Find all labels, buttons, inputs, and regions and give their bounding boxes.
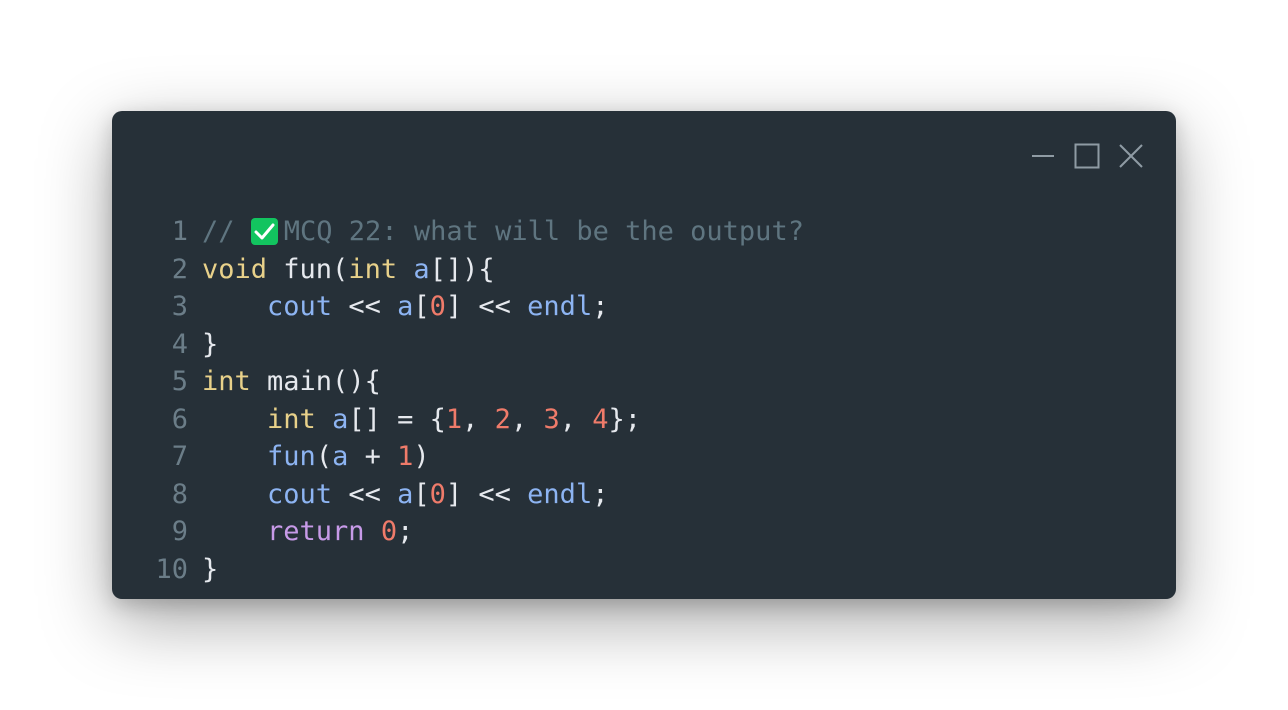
- code-token-num: 0: [380, 516, 398, 547]
- code-token-punc: <<: [332, 478, 398, 510]
- code-token-punc: ,: [510, 403, 544, 435]
- code-token-var: a: [332, 403, 349, 435]
- code-line: 4}: [152, 326, 804, 364]
- line-number: 6: [171, 403, 188, 435]
- code-token-punc: +: [348, 441, 398, 472]
- code-token-punc: }: [202, 553, 219, 585]
- code-token-punc: ;: [592, 478, 609, 510]
- line-number: 8: [171, 478, 188, 510]
- code-token-var: cout: [267, 478, 333, 510]
- code-token-punc: ] <<: [445, 478, 528, 510]
- code-token-punc: }: [202, 328, 219, 360]
- code-token-kw: return: [267, 516, 365, 547]
- code-token-punc: [202, 513, 267, 551]
- code-token-num: 4: [592, 403, 609, 435]
- code-token-num: 0: [429, 478, 446, 510]
- minimize-icon: [1030, 143, 1056, 169]
- line-number: 4: [171, 328, 188, 360]
- code-token-punc: [: [413, 291, 430, 322]
- code-line: 9 return 0;: [152, 513, 804, 551]
- code-token-punc: fun(: [267, 253, 349, 285]
- code-token-num: 3: [543, 403, 560, 435]
- code-token-var: endl: [527, 291, 593, 322]
- code-token-punc: [202, 438, 267, 476]
- code-line: 1 // MCQ 22: what will be the output?: [152, 213, 804, 251]
- check-icon: [250, 218, 278, 246]
- code-token-var: a: [413, 253, 430, 285]
- close-button[interactable]: [1116, 141, 1146, 171]
- code-token-comment: MCQ 22: what will be the output?: [283, 216, 804, 247]
- code-token-num: 1: [445, 403, 463, 435]
- code-token-num: 0: [429, 291, 446, 322]
- code-token-punc: };: [608, 403, 642, 435]
- code-token-punc: [316, 401, 332, 439]
- code-token-punc: ;: [592, 291, 609, 322]
- code-token-var: a: [332, 441, 349, 472]
- code-token-punc: [202, 401, 267, 439]
- code-line: 6 int a[] = {1, 2, 3, 4};: [152, 401, 804, 439]
- maximize-icon: [1074, 143, 1100, 169]
- code-token-type: void: [202, 253, 268, 285]
- code-token-num: 1: [397, 441, 414, 472]
- code-line: 2 void fun(int a[]){: [152, 251, 804, 289]
- code-token-type: int: [202, 366, 251, 397]
- line-number: 2: [171, 253, 188, 285]
- code-token-punc: ;: [397, 516, 414, 547]
- code-token-punc: [365, 513, 381, 551]
- code-token-var: cout: [267, 291, 333, 322]
- line-number: 3: [171, 291, 188, 322]
- code-token-type: int: [348, 253, 398, 285]
- line-number: 10: [155, 553, 188, 585]
- code-token-var: a: [397, 478, 414, 510]
- code-token-punc: ] <<: [445, 291, 528, 322]
- code-token-var: fun: [267, 441, 316, 472]
- stage: 1 // MCQ 22: what will be the output? 2 voi…: [0, 0, 1288, 710]
- code-token-punc: []){: [429, 253, 495, 285]
- code-token-punc: [202, 476, 267, 514]
- code-token-punc: [: [413, 478, 430, 510]
- code-block[interactable]: 1 // MCQ 22: what will be the output? 2 voi…: [152, 213, 804, 589]
- code-token-var: a: [397, 291, 414, 322]
- maximize-button[interactable]: [1072, 141, 1102, 171]
- code-token-comment: //: [202, 216, 251, 247]
- code-token-punc: [] = {: [348, 403, 446, 435]
- minimize-button[interactable]: [1028, 141, 1058, 171]
- code-line: 8 cout << a[0] << endl;: [152, 476, 804, 514]
- code-token-punc: main(){: [250, 366, 381, 397]
- line-number: 1: [171, 216, 188, 247]
- code-token-punc: (: [315, 441, 333, 472]
- code-token-num: 2: [494, 403, 511, 435]
- line-number: 5: [171, 366, 188, 397]
- code-line: 3 cout << a[0] << endl;: [152, 288, 804, 326]
- close-icon: [1118, 143, 1144, 169]
- code-token-punc: ): [413, 441, 430, 472]
- code-token-punc: [202, 288, 267, 326]
- line-number: 9: [171, 516, 188, 547]
- code-line: 7 fun(a + 1): [152, 438, 804, 476]
- code-window: 1 // MCQ 22: what will be the output? 2 voi…: [112, 111, 1176, 599]
- code-token-punc: <<: [332, 291, 398, 322]
- window-controls: [1028, 141, 1146, 171]
- line-number: 7: [171, 441, 188, 472]
- code-line: 10}: [152, 551, 804, 589]
- code-token-var: endl: [527, 478, 593, 510]
- code-token-punc: ,: [462, 403, 495, 435]
- code-token-punc: ,: [559, 403, 593, 435]
- code-line: 5 int main(){: [152, 363, 804, 401]
- code-token-punc: [397, 251, 413, 289]
- code-token-type: int: [267, 403, 316, 435]
